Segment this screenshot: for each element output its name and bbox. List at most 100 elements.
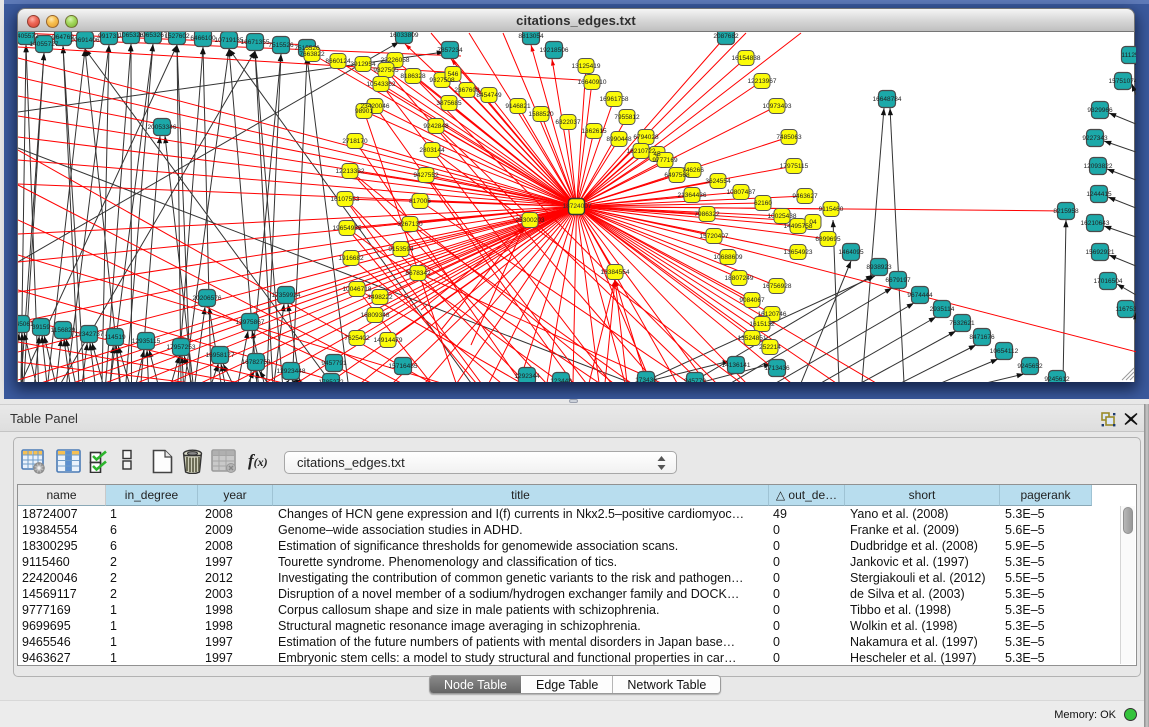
svg-text:10025438: 10025438 xyxy=(768,213,797,220)
svg-text:8186328: 8186328 xyxy=(400,73,426,80)
svg-text:8660124: 8660124 xyxy=(325,58,351,65)
svg-text:25300203: 25300203 xyxy=(516,217,545,224)
svg-text:16648784: 16648784 xyxy=(873,96,902,103)
svg-text:04: 04 xyxy=(809,219,817,226)
svg-text:16120746: 16120746 xyxy=(758,311,787,318)
svg-text:3875685: 3875685 xyxy=(436,100,462,107)
svg-text:7625402: 7625402 xyxy=(344,335,370,342)
svg-text:14914479: 14914479 xyxy=(374,337,403,344)
svg-text:16107553: 16107553 xyxy=(331,196,360,203)
svg-text:6794028: 6794028 xyxy=(633,134,659,141)
svg-text:7515526: 7515526 xyxy=(268,42,294,49)
svg-text:8813054: 8813054 xyxy=(518,33,544,40)
svg-text:6497568: 6497568 xyxy=(664,172,690,179)
svg-text:1498222: 1498222 xyxy=(367,294,393,301)
svg-text:16210643: 16210643 xyxy=(1081,220,1110,227)
svg-text:2803144: 2803144 xyxy=(419,147,445,154)
svg-text:173436: 173436 xyxy=(635,377,657,382)
svg-text:7485063: 7485063 xyxy=(776,134,802,141)
svg-text:1713436: 1713436 xyxy=(764,365,790,372)
svg-text:7663822: 7663822 xyxy=(299,51,325,58)
svg-text:6679197: 6679197 xyxy=(885,277,911,284)
svg-text:23226058: 23226058 xyxy=(381,57,410,64)
svg-text:15720407: 15720407 xyxy=(700,233,729,240)
svg-text:13975867: 13975867 xyxy=(236,319,265,326)
svg-text:19654935: 19654935 xyxy=(333,225,362,232)
svg-text:10046718: 10046718 xyxy=(343,286,372,293)
svg-text:6322037: 6322037 xyxy=(555,119,581,126)
svg-text:1916682: 1916682 xyxy=(338,255,364,262)
svg-text:8454749: 8454749 xyxy=(476,92,502,99)
svg-text:19218506: 19218506 xyxy=(540,47,569,54)
svg-text:991731: 991731 xyxy=(98,33,120,40)
svg-text:1464095: 1464095 xyxy=(838,249,864,256)
svg-text:8471676: 8471676 xyxy=(969,334,995,341)
svg-text:7955812: 7955812 xyxy=(614,114,640,121)
svg-text:12213382: 12213382 xyxy=(336,168,365,175)
svg-text:12342737: 12342737 xyxy=(75,331,104,338)
svg-text:8215958: 8215958 xyxy=(1053,208,1079,215)
svg-text:16154838: 16154838 xyxy=(732,55,761,62)
svg-text:817006: 817006 xyxy=(409,198,431,205)
svg-text:16958177: 16958177 xyxy=(206,352,235,359)
svg-text:39159: 39159 xyxy=(32,324,50,331)
svg-text:9327508: 9327508 xyxy=(429,77,455,84)
svg-text:10654112: 10654112 xyxy=(990,348,1019,355)
svg-text:1292344: 1292344 xyxy=(514,373,540,380)
svg-text:14136141: 14136141 xyxy=(722,362,751,369)
svg-text:9329966: 9329966 xyxy=(1087,107,1113,114)
svg-text:10973493: 10973493 xyxy=(763,103,792,110)
svg-text:10688609: 10688609 xyxy=(714,254,743,261)
svg-text:16809348: 16809348 xyxy=(361,312,390,319)
svg-text:1785272: 1785272 xyxy=(318,379,344,382)
svg-text:9674444: 9674444 xyxy=(907,292,933,299)
svg-text:9457791: 9457791 xyxy=(321,360,347,367)
svg-text:8990448: 8990448 xyxy=(606,136,632,143)
svg-text:17975115: 17975115 xyxy=(780,163,809,170)
svg-text:16782759: 16782759 xyxy=(242,359,271,366)
svg-text:7986322: 7986322 xyxy=(694,211,720,218)
svg-text:12213967: 12213967 xyxy=(748,78,777,85)
svg-text:9427552: 9427552 xyxy=(413,172,439,179)
svg-text:9084067: 9084067 xyxy=(739,297,765,304)
svg-text:9245652: 9245652 xyxy=(1017,363,1043,370)
svg-text:16671355: 16671355 xyxy=(241,39,270,46)
svg-text:9242848: 9242848 xyxy=(423,123,449,130)
svg-text:12093822: 12093822 xyxy=(1084,163,1113,170)
svg-text:16961758: 16961758 xyxy=(600,96,629,103)
svg-text:21364436: 21364436 xyxy=(678,192,707,199)
svg-text:9146821: 9146821 xyxy=(505,103,531,110)
svg-text:1405572: 1405572 xyxy=(18,33,39,40)
svg-text:1244415: 1244415 xyxy=(1086,191,1112,198)
svg-text:16640910: 16640910 xyxy=(578,79,607,86)
svg-text:10807487: 10807487 xyxy=(727,189,756,196)
svg-text:20206576: 20206576 xyxy=(193,295,222,302)
svg-text:10543362: 10543362 xyxy=(367,81,396,88)
svg-text:16210722: 16210722 xyxy=(627,148,656,155)
svg-text:62160: 62160 xyxy=(754,200,772,207)
svg-text:18807249: 18807249 xyxy=(725,275,754,282)
svg-text:14055727: 14055727 xyxy=(30,41,59,48)
svg-text:17957253: 17957253 xyxy=(167,344,196,351)
svg-text:20691406: 20691406 xyxy=(71,37,100,44)
svg-text:3267130: 3267130 xyxy=(397,221,423,228)
svg-text:9463627: 9463627 xyxy=(792,193,818,200)
svg-text:3912954: 3912954 xyxy=(350,61,376,68)
svg-text:13654923: 13654923 xyxy=(784,249,813,256)
svg-text:3624554: 3624554 xyxy=(705,178,731,185)
svg-text:15692921: 15692921 xyxy=(1086,249,1115,256)
svg-text:15716485: 15716485 xyxy=(389,363,418,370)
svg-text:9245612: 9245612 xyxy=(1044,376,1070,382)
svg-text:12923448: 12923448 xyxy=(277,368,306,375)
svg-text:1615132: 1615132 xyxy=(749,321,775,328)
svg-text:2935114: 2935114 xyxy=(930,306,955,313)
svg-text:546: 546 xyxy=(448,71,459,78)
svg-text:16756928: 16756928 xyxy=(763,283,792,290)
svg-text:1362615: 1362615 xyxy=(581,128,607,135)
svg-text:114519: 114519 xyxy=(104,334,126,341)
svg-text:6899695: 6899695 xyxy=(815,236,841,243)
svg-text:20053346: 20053346 xyxy=(148,124,177,131)
svg-text:9227343: 9227343 xyxy=(1082,135,1108,142)
svg-text:1156829: 1156829 xyxy=(51,327,76,334)
svg-text:17016504: 17016504 xyxy=(1094,278,1123,285)
